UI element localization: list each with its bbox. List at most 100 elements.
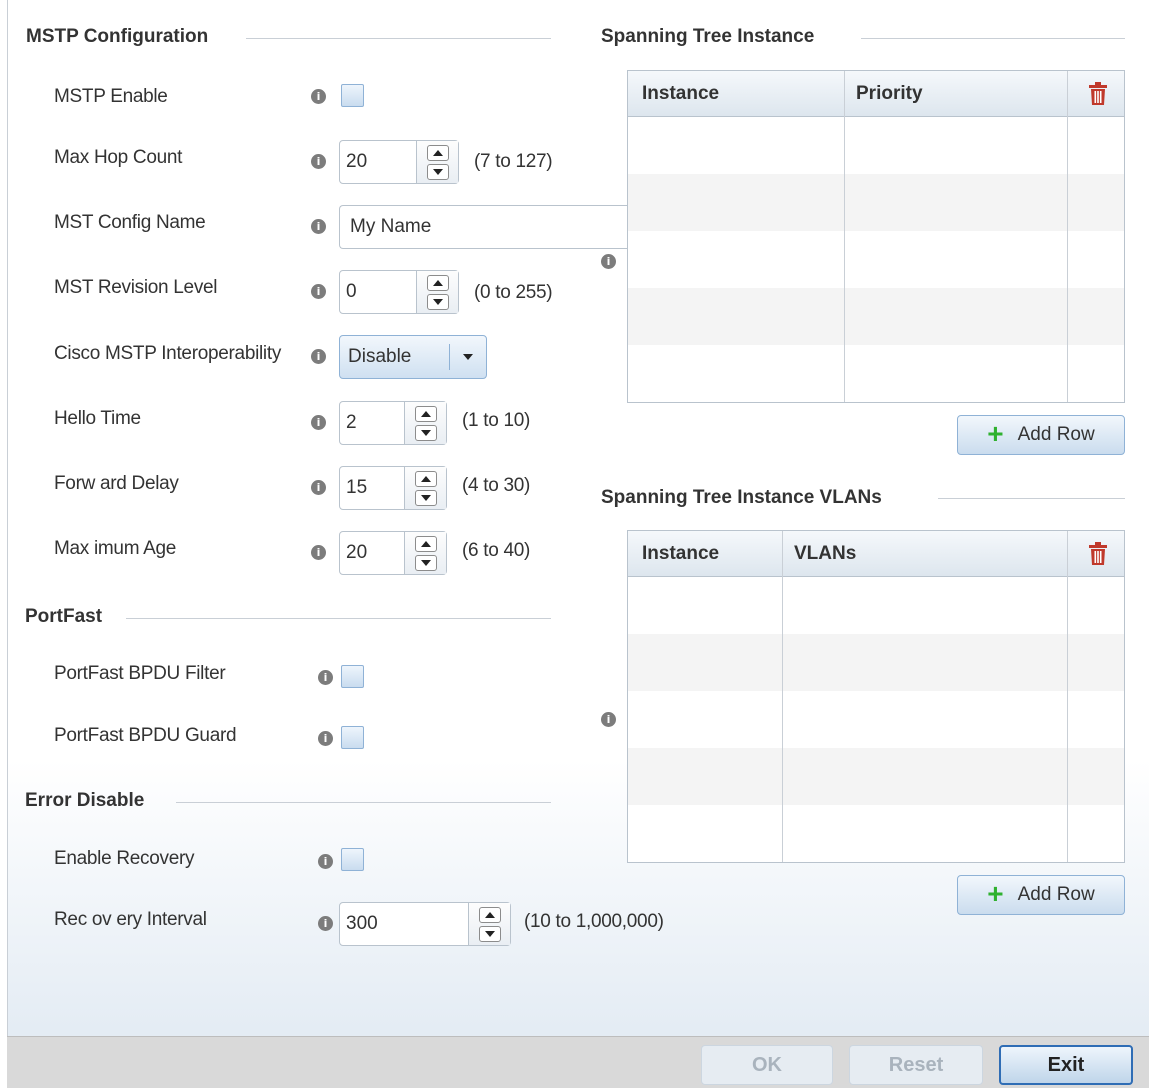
exit-button[interactable]: Exit [999,1045,1133,1085]
add-row-label: Add Row [1017,424,1095,445]
info-icon[interactable]: i [311,545,326,560]
info-icon[interactable]: i [601,712,616,727]
stepper-buttons[interactable] [416,271,458,313]
increment-button[interactable] [414,535,437,552]
table-header: Instance VLANs [628,531,1124,577]
arrow-down-icon [420,429,431,436]
hello-time-stepper[interactable]: 2 [339,401,447,445]
decrement-button[interactable] [478,925,501,942]
enable-recovery-checkbox[interactable] [341,848,364,871]
max-hop-count-stepper[interactable]: 20 [339,140,459,184]
mst-revision-level-stepper[interactable]: 0 [339,270,459,314]
hello-time-value[interactable]: 2 [340,402,404,444]
recovery-interval-value[interactable]: 300 [340,903,468,945]
reset-button[interactable]: Reset [849,1045,983,1085]
arrow-down-icon [484,930,495,937]
arrow-up-icon [420,540,431,547]
mstp-settings-panel: MSTP Configuration MSTP Enable i Max Hop… [7,0,1149,1088]
recovery-interval-range: (10 to 1,000,000) [524,911,664,932]
max-hop-count-value[interactable]: 20 [340,141,416,183]
column-header-vlans[interactable]: VLANs [794,543,856,565]
error-disable-divider [176,802,551,803]
decrement-button[interactable] [414,554,437,571]
forward-delay-value[interactable]: 15 [340,467,404,509]
trash-icon[interactable] [1088,82,1108,106]
column-header-instance[interactable]: Instance [642,543,719,565]
increment-button[interactable] [414,470,437,487]
plus-icon: + [987,417,1004,449]
info-icon[interactable]: i [601,254,616,269]
portfast-bpdu-guard-label: PortFast BPDU Guard [54,725,237,746]
info-icon[interactable]: i [311,415,326,430]
portfast-bpdu-guard-checkbox[interactable] [341,726,364,749]
info-icon[interactable]: i [318,731,333,746]
info-icon[interactable]: i [311,349,326,364]
add-row-button[interactable]: + Add Row [957,875,1125,915]
column-header-instance[interactable]: Instance [642,83,719,105]
stepper-buttons[interactable] [468,903,510,945]
portfast-divider [126,618,551,619]
stepper-buttons[interactable] [404,467,446,509]
forward-delay-stepper[interactable]: 15 [339,466,447,510]
mst-revision-level-range: (0 to 255) [474,282,553,303]
mstp-enable-checkbox[interactable] [341,84,364,107]
stepper-buttons[interactable] [404,532,446,574]
dropdown-arrow-icon [463,354,473,360]
maximum-age-stepper[interactable]: 20 [339,531,447,575]
trash-icon[interactable] [1088,542,1108,566]
increment-button[interactable] [426,274,449,291]
forward-delay-label: Forw ard Delay [54,473,179,494]
table-header: Instance Priority [628,71,1124,117]
info-icon[interactable]: i [311,89,326,104]
info-icon[interactable]: i [318,854,333,869]
mst-config-name-input[interactable]: My Name [339,205,629,249]
info-icon[interactable]: i [318,916,333,931]
column-divider [782,531,783,862]
increment-button[interactable] [426,144,449,161]
recovery-interval-stepper[interactable]: 300 [339,902,511,946]
max-hop-count-label: Max Hop Count [54,147,183,168]
mst-revision-level-label: MST Revision Level [54,277,218,298]
dialog-footer: OK Reset Exit [7,1036,1149,1088]
table-row [628,231,1124,288]
stepper-buttons[interactable] [416,141,458,183]
info-icon[interactable]: i [311,154,326,169]
maximum-age-value[interactable]: 20 [340,532,404,574]
info-icon[interactable]: i [311,480,326,495]
spanning-tree-instance-vlans-table: Instance VLANs [627,530,1125,863]
recovery-interval-label: Rec ov ery Interval [54,909,207,930]
spanning-tree-instance-divider [861,38,1125,39]
spanning-tree-instance-table: Instance Priority [627,70,1125,403]
mstp-configuration-heading: MSTP Configuration [26,26,209,47]
arrow-up-icon [420,410,431,417]
ok-button[interactable]: OK [701,1045,833,1085]
stepper-buttons[interactable] [404,402,446,444]
add-row-button[interactable]: + Add Row [957,415,1125,455]
hello-time-range: (1 to 10) [462,410,531,431]
decrement-button[interactable] [414,424,437,441]
spanning-tree-instance-vlans-heading: Spanning Tree Instance VLANs [601,487,882,508]
decrement-button[interactable] [426,163,449,180]
column-header-priority[interactable]: Priority [856,83,923,105]
portfast-bpdu-filter-checkbox[interactable] [341,665,364,688]
increment-button[interactable] [414,405,437,422]
table-row [628,691,1124,748]
mstp-enable-label: MSTP Enable [54,86,168,107]
portfast-heading: PortFast [25,606,103,627]
increment-button[interactable] [478,906,501,923]
table-row [628,174,1124,231]
cisco-mstp-interop-select[interactable]: Disable [339,335,487,379]
chevron-down-icon[interactable] [450,354,486,360]
forward-delay-range: (4 to 30) [462,475,531,496]
decrement-button[interactable] [426,293,449,310]
spanning-tree-instance-heading: Spanning Tree Instance [601,26,815,47]
info-icon[interactable]: i [311,284,326,299]
decrement-button[interactable] [414,489,437,506]
info-icon[interactable]: i [311,219,326,234]
mst-revision-level-value[interactable]: 0 [340,271,416,313]
info-icon[interactable]: i [318,670,333,685]
table-row [628,288,1124,345]
plus-icon: + [987,877,1004,909]
add-row-label: Add Row [1017,884,1095,905]
max-hop-count-range: (7 to 127) [474,151,553,172]
